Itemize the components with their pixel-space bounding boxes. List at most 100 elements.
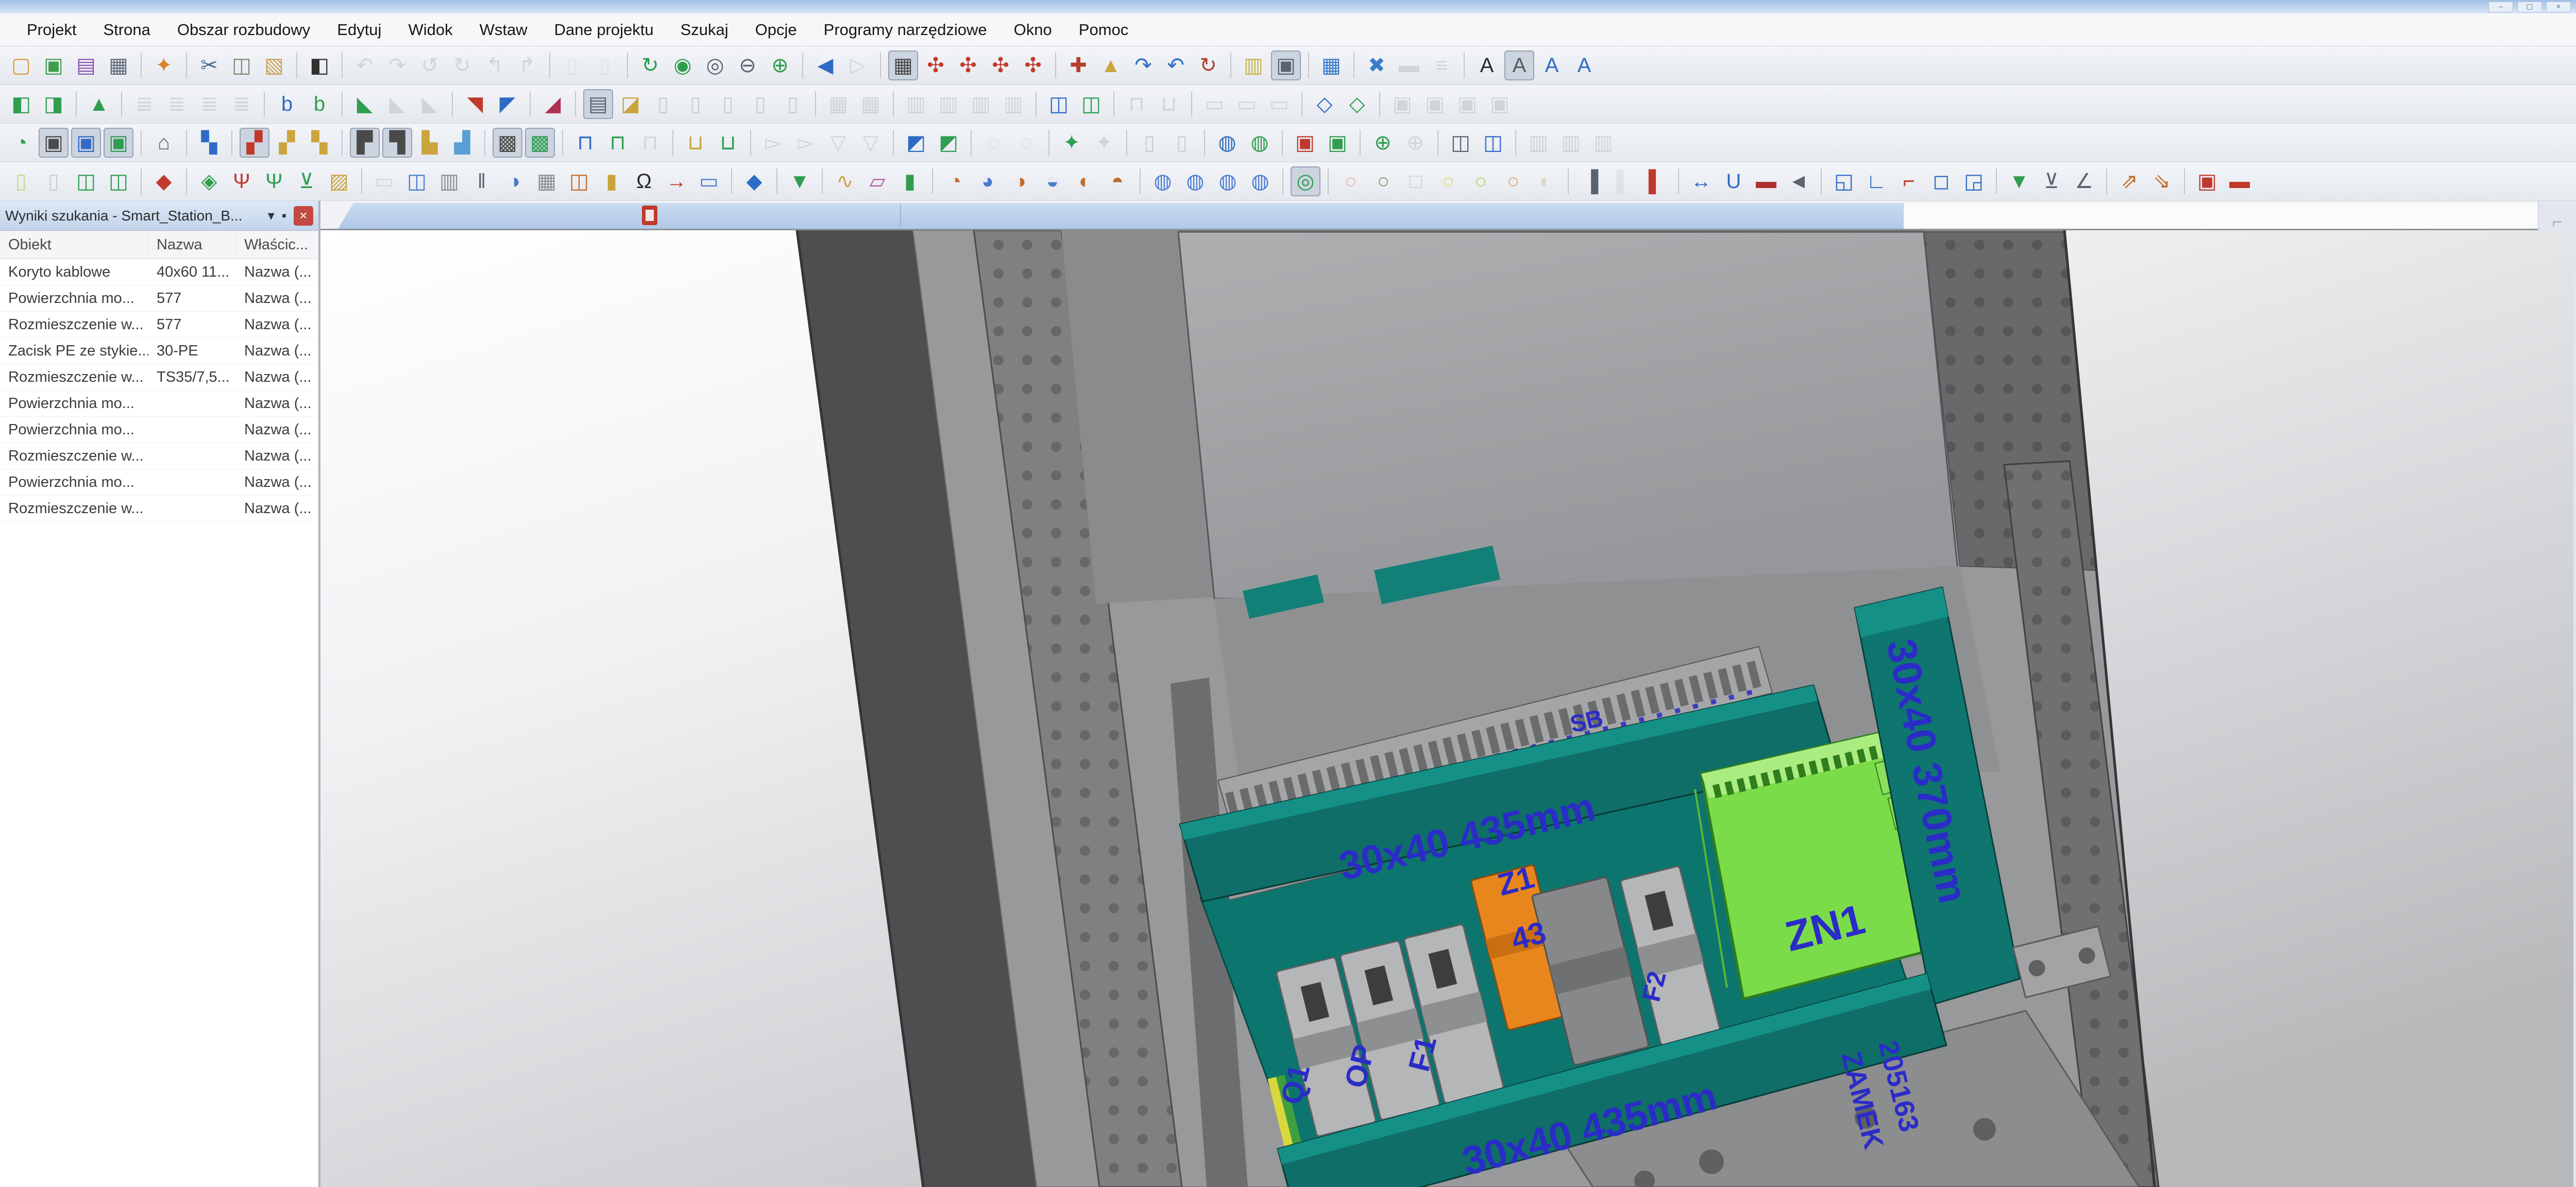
toolbar-button-34[interactable]: ◕ xyxy=(973,166,1003,196)
toolbar-button-39[interactable]: ◫ xyxy=(1076,89,1106,119)
toolbar-button-38[interactable]: ◓ xyxy=(1103,166,1132,196)
toolbar-button-65[interactable]: ∟ xyxy=(1861,166,1891,196)
panel-close-button[interactable]: × xyxy=(294,206,313,226)
toolbar-button-59[interactable]: ↔ xyxy=(1686,166,1716,196)
toolbar-button-16[interactable]: ‖ xyxy=(467,166,497,196)
toolbar-button-3[interactable]: ▣ xyxy=(104,128,133,158)
toolbar-button-72[interactable]: ∠ xyxy=(2069,166,2099,196)
menu-item-edytuj[interactable]: Edytuj xyxy=(324,18,395,42)
toolbar-button-67[interactable]: ◻ xyxy=(1926,166,1956,196)
menu-item-wstaw[interactable]: Wstaw xyxy=(466,18,541,42)
toolbar-button-74[interactable]: ⇗ xyxy=(2114,166,2144,196)
toolbar-button-26[interactable]: ▯ xyxy=(713,89,743,119)
toolbar-button-34[interactable]: ◩ xyxy=(934,128,963,158)
toolbar-button-43[interactable]: ◍ xyxy=(1245,166,1275,196)
table-row[interactable]: Powierzchnia mo...Nazwa (... xyxy=(0,417,318,443)
toolbar-button-9[interactable]: ▞ xyxy=(240,128,269,158)
toolbar-button-43[interactable]: ▯ xyxy=(1167,128,1197,158)
toolbar-button-39[interactable]: ✦ xyxy=(1057,128,1087,158)
toolbar-button-38[interactable]: ◫ xyxy=(1044,89,1074,119)
table-row[interactable]: Rozmieszczenie w...TS35/7,5...Nazwa (... xyxy=(0,364,318,391)
toolbar-button-64[interactable]: ◱ xyxy=(1829,166,1859,196)
toolbar-button-22[interactable]: ⊓ xyxy=(603,128,633,158)
toolbar-button-41[interactable]: ↶ xyxy=(1161,50,1191,80)
toolbar-button-22[interactable]: → xyxy=(662,166,691,196)
toolbar-button-48[interactable]: ▣ xyxy=(1290,128,1320,158)
toolbar-button-11[interactable]: ▨ xyxy=(324,166,354,196)
toolbar-button-57[interactable]: ▌ xyxy=(1641,166,1671,196)
toolbar-button-24[interactable]: ◉ xyxy=(668,50,698,80)
toolbar-button-1[interactable]: ◨ xyxy=(39,89,69,119)
toolbar-button-26[interactable]: ⊖ xyxy=(733,50,762,80)
table-row[interactable]: Powierzchnia mo...577Nazwa (... xyxy=(0,285,318,312)
toolbar-button-18[interactable]: ◤ xyxy=(493,89,522,119)
toolbar-button-50[interactable]: ○ xyxy=(1433,166,1463,196)
toolbar-button-49[interactable]: ✖ xyxy=(1362,50,1392,80)
toolbar-button-33[interactable]: ✣ xyxy=(921,50,951,80)
toolbar-button-15[interactable]: ▥ xyxy=(434,166,464,196)
toolbar-button-25[interactable]: ⊔ xyxy=(681,128,710,158)
menu-item-okno[interactable]: Okno xyxy=(1001,18,1065,42)
toolbar-button-17[interactable]: ◥ xyxy=(460,89,490,119)
panel-pin-icon[interactable]: ▪ xyxy=(282,208,286,224)
column-header-2[interactable]: Nazwa xyxy=(148,236,236,253)
toolbar-button-9[interactable]: Ψ xyxy=(259,166,289,196)
toolbar-button-68[interactable]: ◲ xyxy=(1959,166,1989,196)
toolbar-button-28[interactable]: ▯ xyxy=(778,89,808,119)
toolbar-button-51[interactable]: ○ xyxy=(1466,166,1496,196)
toolbar-button-33[interactable]: ◩ xyxy=(901,128,931,158)
toolbar-button-55[interactable]: ▐ xyxy=(1576,166,1606,196)
toolbar-button-40[interactable]: ◍ xyxy=(1148,166,1178,196)
toolbar-button-23[interactable]: ◪ xyxy=(616,89,646,119)
menu-item-szukaj[interactable]: Szukaj xyxy=(667,18,742,42)
toolbar-button-7[interactable]: ▚ xyxy=(194,128,224,158)
toolbar-button-21[interactable]: Ω xyxy=(629,166,659,196)
toolbar-button-47[interactable]: ○ xyxy=(1336,166,1366,196)
toolbar-button-71[interactable]: ⊻ xyxy=(2037,166,2066,196)
toolbar-button-53[interactable]: ◐ xyxy=(1531,166,1561,196)
toolbar-button-39[interactable]: ▲ xyxy=(1096,50,1126,80)
toolbar-button-35[interactable]: ✣ xyxy=(986,50,1015,80)
toolbar-button-2[interactable]: ◫ xyxy=(71,166,101,196)
toolbar-button-49[interactable]: □ xyxy=(1401,166,1431,196)
toolbar-button-18[interactable]: ▦ xyxy=(532,166,562,196)
toolbar-button-62[interactable]: ◄ xyxy=(1784,166,1814,196)
toolbar-button-66[interactable]: ⌐ xyxy=(1894,166,1924,196)
toolbar-button-11[interactable]: ▚ xyxy=(304,128,334,158)
minimize-button[interactable]: – xyxy=(2488,2,2513,12)
toolbar-button-42[interactable]: ↻ xyxy=(1193,50,1223,80)
toolbar-button-7[interactable]: ◈ xyxy=(194,166,224,196)
toolbar-button-29[interactable]: ∿ xyxy=(830,166,860,196)
toolbar-button-0[interactable]: ◔ xyxy=(6,128,36,158)
toolbar-button-1[interactable]: ▣ xyxy=(39,128,69,158)
toolbar-button-26[interactable]: ⊔ xyxy=(713,128,743,158)
toolbar-button-25[interactable]: ◎ xyxy=(700,50,730,80)
toolbar-button-11[interactable]: b xyxy=(304,89,334,119)
toolbar-button-10[interactable]: b xyxy=(272,89,302,119)
toolbar-button-37[interactable]: ◐ xyxy=(1070,166,1100,196)
toolbar-button-14[interactable]: ▜ xyxy=(382,128,412,158)
toolbar-button-10[interactable]: ⊻ xyxy=(292,166,321,196)
toolbar-button-41[interactable]: ◍ xyxy=(1180,166,1210,196)
table-row[interactable]: Koryto kablowe40x60 11...Nazwa (... xyxy=(0,259,318,285)
toolbar-button-53[interactable]: A xyxy=(1472,50,1502,80)
toolbar-button-11[interactable]: ◧ xyxy=(304,50,334,80)
toolbar-button-25[interactable]: ▯ xyxy=(681,89,710,119)
toolbar-button-60[interactable]: U xyxy=(1719,166,1749,196)
toolbar-button-8[interactable]: Ψ xyxy=(227,166,257,196)
toolbar-button-48[interactable]: ○ xyxy=(1368,166,1398,196)
toolbar-button-7[interactable]: ✂ xyxy=(194,50,224,80)
toolbar-button-8[interactable]: ◫ xyxy=(227,50,257,80)
table-row[interactable]: Rozmieszczenie w...Nazwa (... xyxy=(0,496,318,522)
toolbar-button-1[interactable]: ▣ xyxy=(39,50,69,80)
table-row[interactable]: Powierzchnia mo...Nazwa (... xyxy=(0,469,318,496)
toolbar-button-45[interactable]: ◎ xyxy=(1291,166,1320,196)
toolbar-button-45[interactable]: ◍ xyxy=(1212,128,1242,158)
toolbar-button-5[interactable]: ⌂ xyxy=(149,128,179,158)
toolbar-button-20[interactable]: ◢ xyxy=(538,89,568,119)
3d-viewport[interactable]: 30x40 435mm 30x40 435mm 30x40 370mm Z1 4… xyxy=(320,230,2573,1187)
toolbar-button-27[interactable]: ▯ xyxy=(745,89,775,119)
toolbar-button-54[interactable]: A xyxy=(1504,50,1534,80)
panel-menu-icon[interactable]: ▾ xyxy=(268,208,275,224)
toolbar-button-17[interactable]: ◑ xyxy=(499,166,529,196)
